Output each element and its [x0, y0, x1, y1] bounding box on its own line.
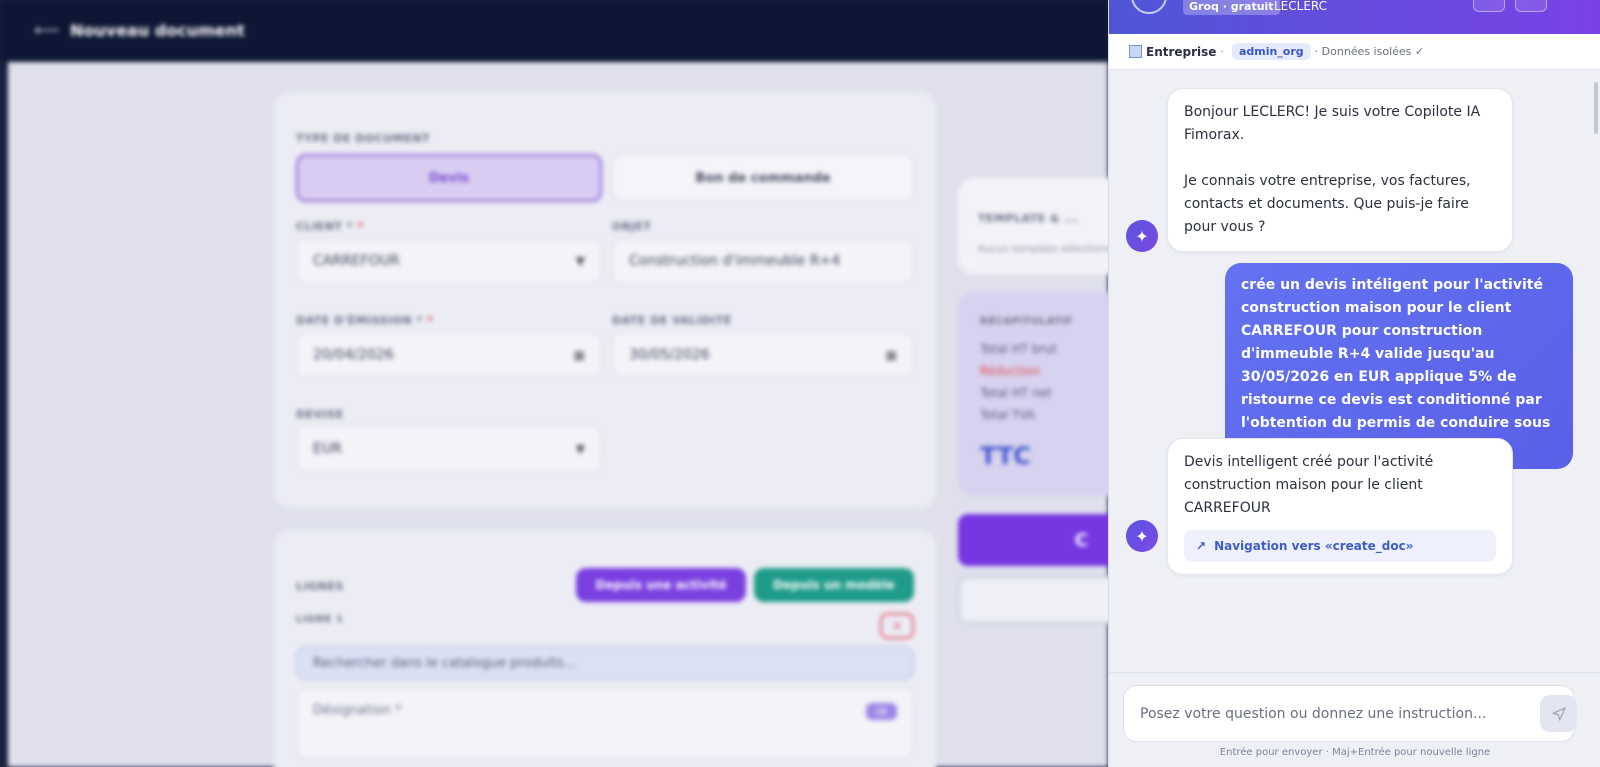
create-document-button[interactable]: C	[958, 514, 1108, 566]
client-value: CARREFOUR	[313, 253, 400, 269]
catalog-search-input[interactable]: Rechercher dans le catalogue produits...	[296, 646, 914, 680]
devise-value: EUR	[313, 441, 342, 457]
line-label: LIGNE 1	[296, 614, 344, 625]
user-name: LECLERC	[1274, 0, 1328, 13]
required-mark: *	[427, 314, 434, 327]
recap-row: Total HT net	[980, 386, 1052, 400]
message-text: Je connais votre entreprise, vos facture…	[1184, 173, 1471, 235]
sparkle-icon: ✦	[1126, 220, 1158, 252]
from-activity-button[interactable]: Depuis une activité	[576, 568, 746, 602]
chat-input-area: Posez votre question ou donnez une instr…	[1109, 672, 1600, 767]
copilot-panel: Groq · gratuit LECLERC Entreprise · admi…	[1108, 0, 1600, 767]
date-emission-value: 20/04/2026	[313, 347, 394, 363]
catalog-search-placeholder: Rechercher dans le catalogue produits...	[313, 655, 576, 671]
required-mark: *	[357, 220, 364, 233]
client-label-text: CLIENT *	[296, 220, 358, 233]
org-badge: admin_org	[1231, 43, 1311, 60]
send-icon	[1551, 706, 1566, 721]
calendar-icon[interactable]: ▦	[574, 348, 585, 362]
designation-input[interactable]: Désignation * IA	[296, 688, 914, 758]
ttc-label: TTC	[980, 442, 1031, 470]
objet-input[interactable]: Construction d'immeuble R+4	[612, 238, 914, 284]
left-strip	[0, 62, 8, 767]
header-close-button[interactable]	[1515, 0, 1547, 12]
sparkle-icon: ✦	[1126, 520, 1158, 552]
date-emission-label: DATE D'ÉMISSION * *	[296, 314, 433, 327]
message-text: Devis intelligent créé pour l'activité c…	[1184, 454, 1434, 516]
top-bar: ⟵ Nouveau document	[0, 0, 1108, 62]
lines-card: LIGNES Depuis une activité Depuis un mod…	[274, 530, 936, 767]
from-model-button[interactable]: Depuis un modèle	[754, 568, 914, 602]
scrollbar-thumb[interactable]	[1594, 82, 1598, 134]
chevron-down-icon: ▼	[575, 254, 585, 268]
date-validite-input[interactable]: 30/05/2026 ▦	[612, 332, 914, 378]
doc-type-devis-button[interactable]: Devis	[296, 154, 602, 202]
message-text: crée un devis intéligent pour l'activité…	[1241, 277, 1551, 454]
recap-title: RÉCAPITULATIF	[980, 316, 1073, 327]
data-isolation-status: · Données isolées ✓	[1314, 45, 1425, 58]
copilot-avatar	[1131, 0, 1167, 14]
header-action-button[interactable]	[1473, 0, 1505, 12]
remove-line-button[interactable]: ✕	[880, 613, 914, 639]
navigation-link-label: Navigation vers «create_doc»	[1214, 539, 1414, 553]
recap-row: Réduction	[980, 364, 1040, 378]
devise-select[interactable]: EUR ▼	[296, 426, 602, 472]
objet-label: OBJET	[612, 220, 652, 233]
recap-row: Total TVA	[980, 408, 1035, 422]
background-app: ⟵ Nouveau document TYPE DE DOCUMENT Devi…	[0, 0, 1108, 767]
panel-header: Groq · gratuit LECLERC	[1109, 0, 1600, 34]
template-label: TEMPLATE & ...	[978, 212, 1079, 225]
date-emission-label-text: DATE D'ÉMISSION *	[296, 314, 428, 327]
bot-message: Devis intelligent créé pour l'activité c…	[1167, 438, 1513, 575]
devise-label: DEVISE	[296, 408, 344, 421]
message-text: Bonjour LECLERC! Je suis votre Copilote …	[1184, 104, 1481, 143]
navigation-link[interactable]: ↗ Navigation vers «create_doc»	[1184, 530, 1496, 562]
doc-type-bon-commande-button[interactable]: Bon de commande	[612, 154, 914, 202]
chat-input[interactable]: Posez votre question ou donnez une instr…	[1123, 685, 1577, 742]
client-select[interactable]: CARREFOUR ▼	[296, 238, 602, 284]
document-form-card: TYPE DE DOCUMENT Devis Bon de commande C…	[274, 92, 936, 508]
bot-message: Bonjour LECLERC! Je suis votre Copilote …	[1167, 88, 1513, 252]
lines-title: LIGNES	[296, 580, 344, 593]
template-card: TEMPLATE & ... Aucun template sélectionn…	[958, 178, 1108, 274]
ai-badge[interactable]: IA	[866, 703, 897, 720]
building-icon	[1129, 45, 1142, 58]
doc-type-label: TYPE DE DOCUMENT	[296, 132, 431, 145]
org-bar: Entreprise · admin_org · Données isolées…	[1109, 34, 1600, 70]
client-label: CLIENT * *	[296, 220, 364, 233]
model-badge: Groq · gratuit	[1183, 0, 1280, 15]
chevron-down-icon: ▼	[575, 442, 585, 456]
arrow-left-icon[interactable]: ⟵	[34, 20, 60, 41]
date-emission-input[interactable]: 20/04/2026 ▦	[296, 332, 602, 378]
chat-input-placeholder: Posez votre question ou donnez une instr…	[1140, 705, 1487, 722]
date-validite-label: DATE DE VALIDITÉ	[612, 314, 732, 327]
date-validite-value: 30/05/2026	[629, 347, 710, 363]
separator: ·	[1220, 45, 1224, 58]
calendar-icon[interactable]: ▦	[886, 348, 897, 362]
template-note: Aucun template sélectionné	[978, 244, 1108, 255]
secondary-button[interactable]	[958, 576, 1108, 624]
input-hint: Entrée pour envoyer · Maj+Entrée pour no…	[1219, 747, 1491, 758]
recap-row: Total HT brut	[980, 342, 1057, 356]
send-button[interactable]	[1540, 695, 1577, 732]
recap-card: RÉCAPITULATIF Total HT brut Réduction To…	[958, 292, 1108, 496]
background-content: ⟵ Nouveau document TYPE DE DOCUMENT Devi…	[0, 0, 1108, 767]
page-title: Nouveau document	[70, 21, 245, 40]
arrow-up-right-icon: ↗	[1196, 539, 1207, 553]
designation-placeholder: Désignation *	[313, 703, 402, 718]
objet-value: Construction d'immeuble R+4	[629, 253, 841, 269]
entreprise-label: Entreprise	[1146, 44, 1217, 59]
